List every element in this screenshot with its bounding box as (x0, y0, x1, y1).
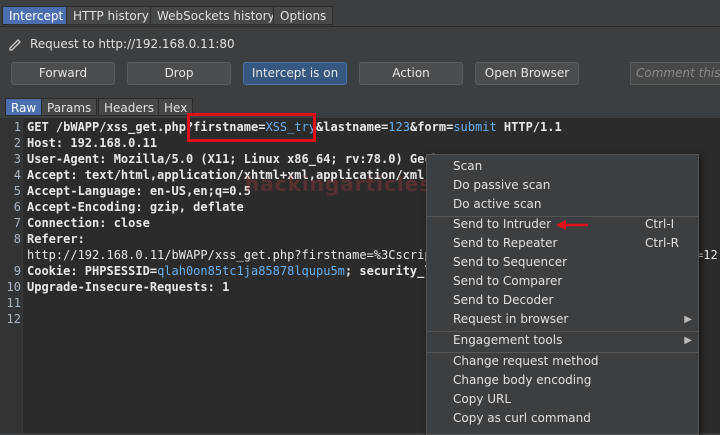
menu-item-active-scan[interactable]: Do active scan (427, 195, 698, 214)
line-number: 9 (13, 264, 21, 278)
menu-item-scan[interactable]: Scan (427, 157, 698, 176)
menu-item-engagement-tools[interactable]: Engagement tools ▶ (427, 331, 698, 350)
tab-options[interactable]: Options (273, 6, 334, 25)
context-menu: Scan Do passive scan Do active scan Send… (426, 154, 699, 435)
menu-item-copy-url[interactable]: Copy URL (427, 390, 698, 409)
param-name: &lastname (316, 120, 382, 134)
tab-intercept[interactable]: Intercept (2, 6, 71, 25)
header-user-agent: User-Agent: Mozilla/5.0 (X11; Linux x86_… (27, 152, 439, 166)
param-value: 123 (388, 120, 410, 134)
pencil-icon (9, 39, 21, 51)
cookie-rest: ; security_le (344, 264, 439, 278)
header-accept-language: Accept-Language: en-US,en;q=0.5 (27, 184, 251, 198)
header-accept-encoding: Accept-Encoding: gzip, deflate (27, 200, 244, 214)
header-referer: Referer: (27, 232, 85, 246)
menu-item-send-to-comparer[interactable]: Send to Comparer (427, 272, 698, 291)
line-number: 10 (6, 280, 21, 294)
menu-item-send-to-decoder[interactable]: Send to Decoder (427, 291, 698, 310)
header-upgrade-insecure: Upgrade-Insecure-Requests: 1 (27, 280, 230, 294)
line-number-gutter: 1 2 3 4 5 6 7 8 9 10 11 12 (0, 118, 23, 433)
header-referer-value-tail: =12 (696, 248, 718, 262)
submenu-arrow-icon: ▶ (684, 314, 692, 325)
line-number: 5 (13, 184, 21, 198)
cookie-name: Cookie: PHPSESSID (27, 264, 150, 278)
param-value: submit (453, 120, 497, 134)
top-tab-bar: Intercept HTTP history WebSockets histor… (0, 0, 720, 27)
header-host: Host: 192.168.0.11 (27, 136, 158, 150)
comment-input[interactable]: Comment this i (630, 62, 720, 85)
message-view-tabs: Raw Params Headers Hex (0, 96, 720, 118)
action-button[interactable]: Action (359, 62, 463, 85)
line-number: 12 (6, 312, 21, 326)
line-number: 7 (13, 216, 21, 230)
menu-item-passive-scan[interactable]: Do passive scan (427, 176, 698, 195)
menu-item-request-in-browser[interactable]: Request in browser ▶ (427, 310, 698, 329)
tab-params[interactable]: Params (41, 98, 98, 116)
submenu-arrow-icon: ▶ (684, 335, 692, 346)
open-browser-button[interactable]: Open Browser (475, 62, 579, 85)
header-referer-value: http://192.168.0.11/bWAPP/xss_get.php?fi… (27, 248, 439, 262)
tab-raw[interactable]: Raw (5, 98, 43, 116)
line-number: 11 (6, 296, 21, 310)
tab-headers[interactable]: Headers (98, 98, 160, 116)
line-number: 4 (13, 168, 21, 182)
line-number: 2 (13, 136, 21, 150)
line-number: 3 (13, 152, 21, 166)
http-version: HTTP/1.1 (496, 120, 562, 134)
drop-button[interactable]: Drop (127, 62, 231, 85)
line-number: 1 (13, 120, 21, 134)
menu-item-send-to-sequencer[interactable]: Send to Sequencer (427, 253, 698, 272)
request-title: Request to http://192.168.0.11:80 (30, 37, 235, 51)
tab-http-history[interactable]: HTTP history (66, 6, 156, 25)
shortcut-label: Ctrl-I (645, 217, 675, 231)
line-number: 6 (13, 200, 21, 214)
request-bar: Request to http://192.168.0.11:80 (0, 30, 720, 56)
menu-item-send-to-repeater[interactable]: Send to Repeater Ctrl-R (427, 234, 698, 253)
line-number: 8 (13, 232, 21, 246)
header-cookie: Cookie: PHPSESSID=qlah0on85tc1ja85878lqu… (27, 264, 439, 278)
forward-button[interactable]: Forward (11, 62, 115, 85)
tab-websockets-history[interactable]: WebSockets history (150, 6, 282, 25)
highlight-box (187, 113, 316, 142)
header-connection: Connection: close (27, 216, 150, 230)
annotation-arrow-icon (556, 220, 588, 230)
request-method-path: GET /bWAPP/xss_get.php? (27, 120, 194, 134)
menu-item-copy-as-curl[interactable]: Copy as curl command (427, 409, 698, 428)
shortcut-label: Ctrl-R (645, 236, 680, 250)
cookie-value: qlah0on85tc1ja85878lqupu5m (157, 264, 345, 278)
param-name: &form (409, 120, 447, 134)
intercept-toggle-button[interactable]: Intercept is on (243, 62, 347, 85)
menu-item-change-request-method[interactable]: Change request method (427, 352, 698, 371)
menu-item-change-body-encoding[interactable]: Change body encoding (427, 371, 698, 390)
